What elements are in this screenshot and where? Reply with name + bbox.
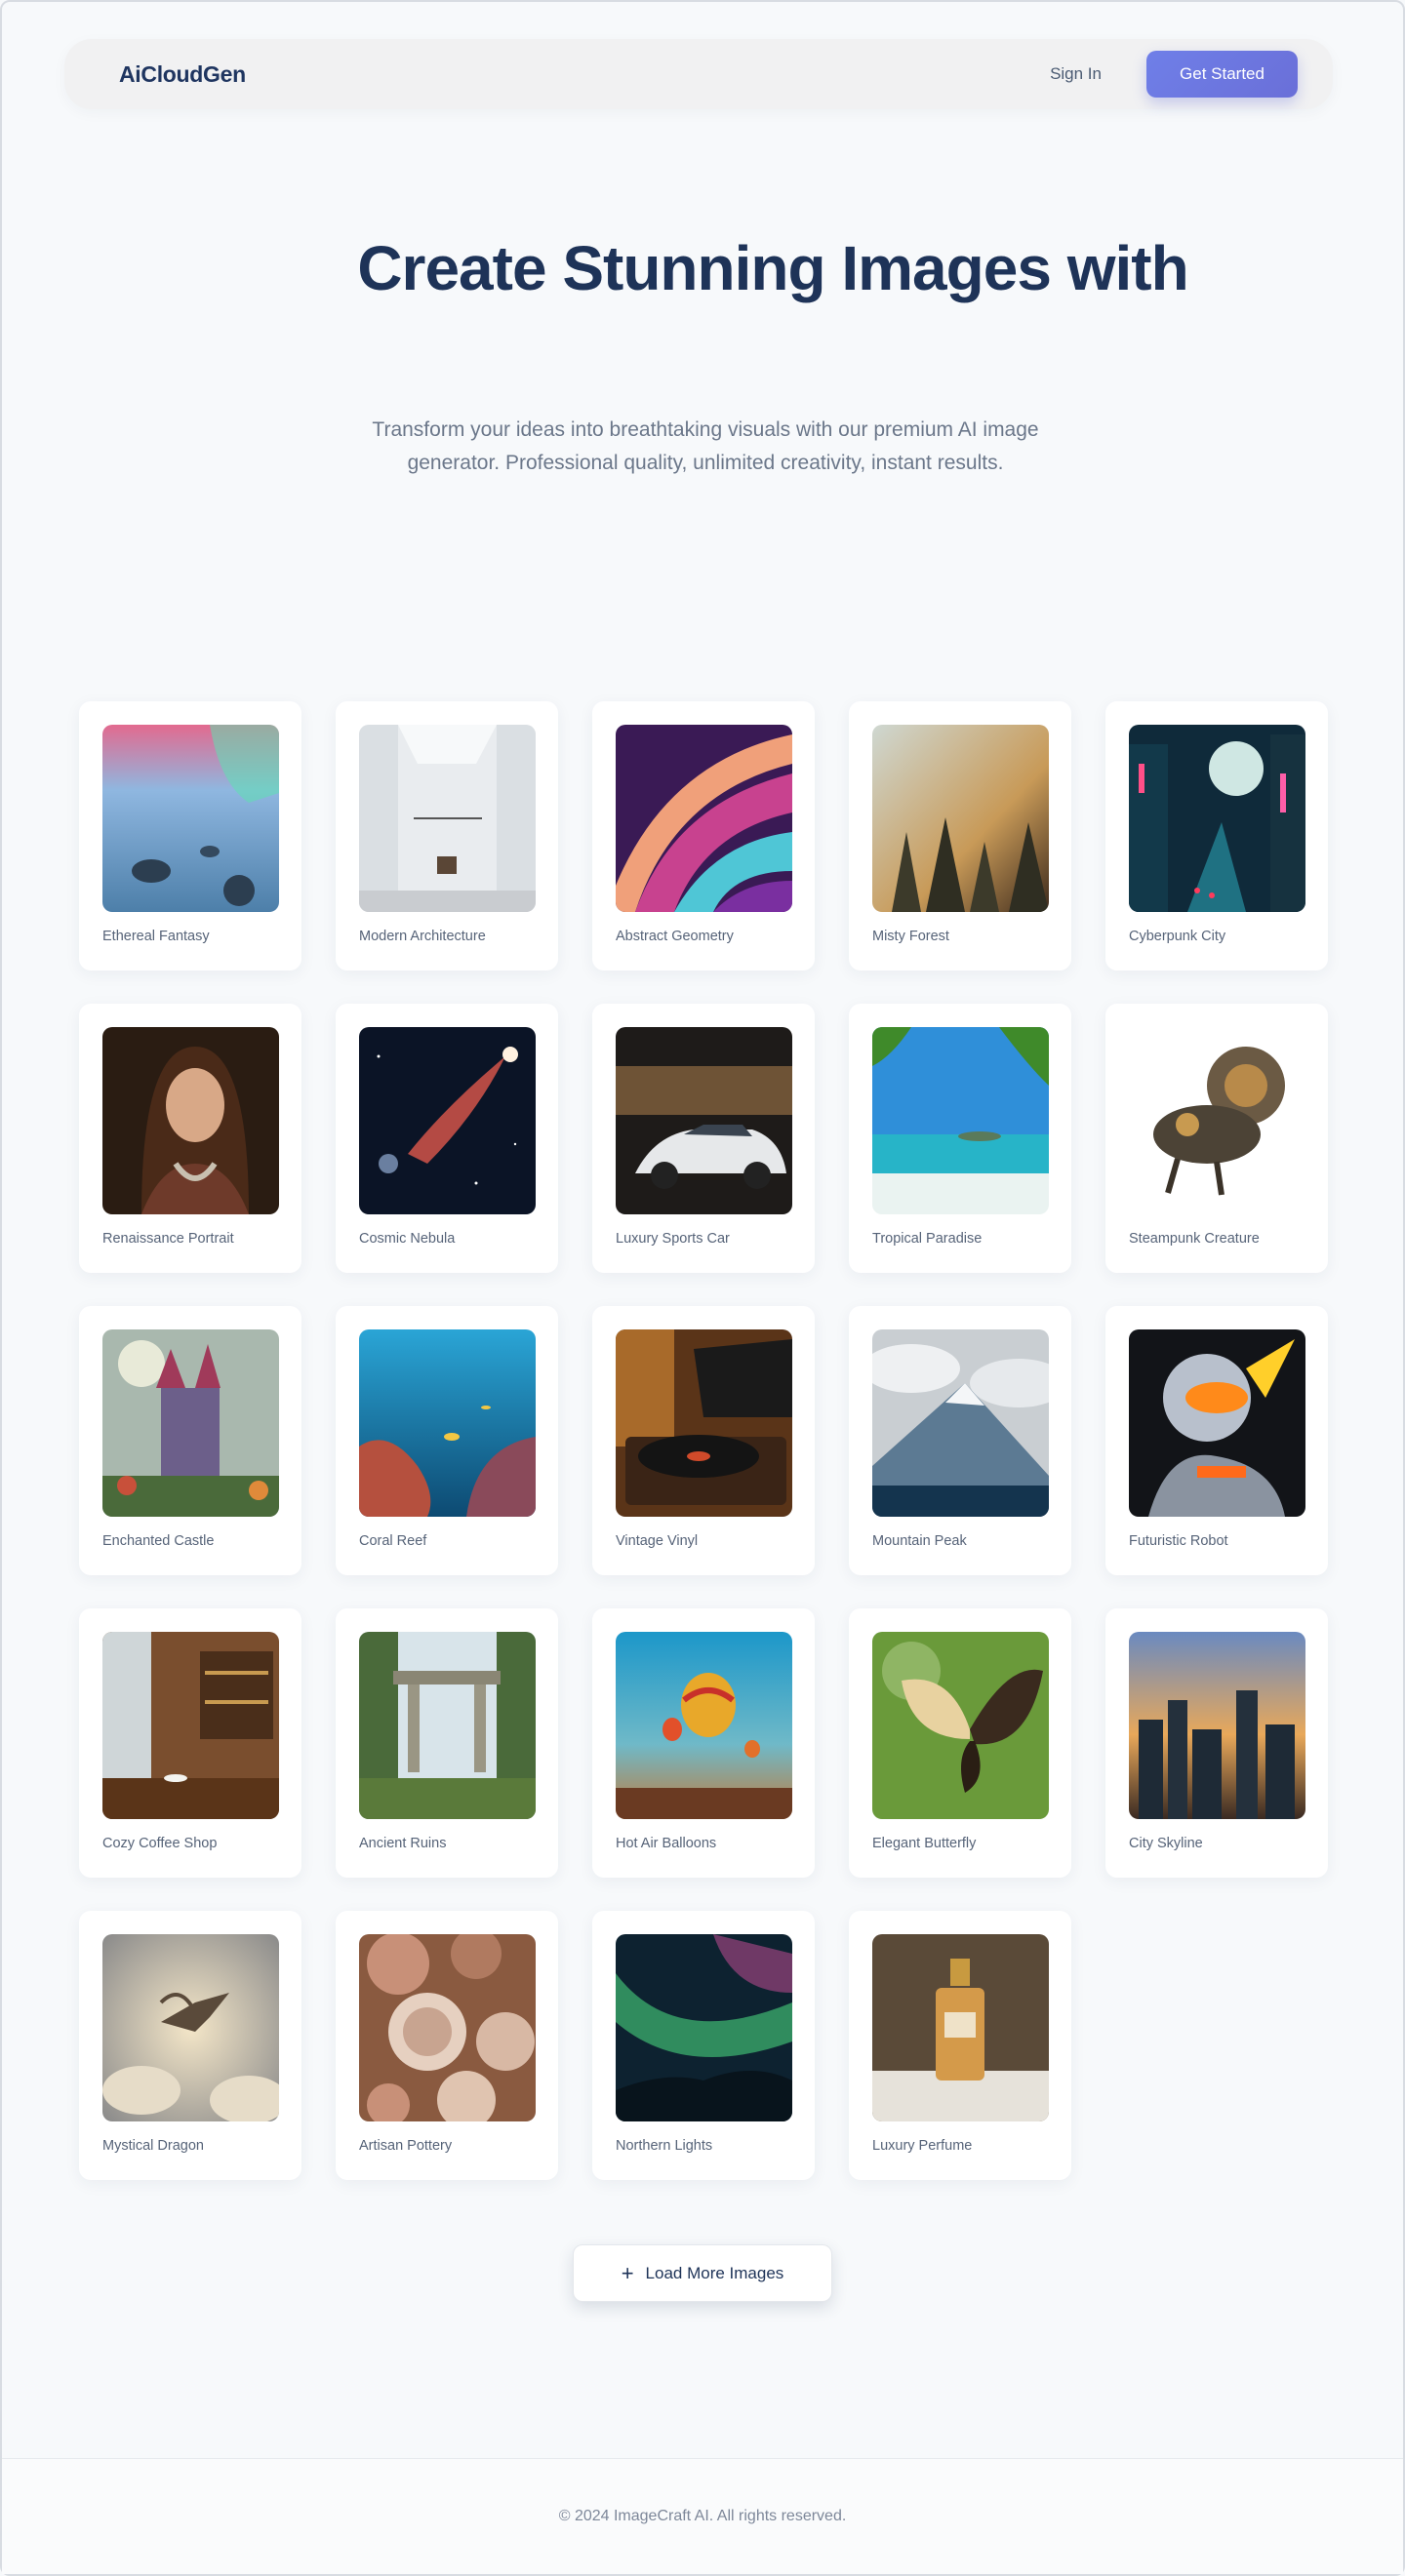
- record-player-image: [616, 1329, 792, 1517]
- gallery-card[interactable]: Abstract Geometry: [592, 701, 815, 971]
- get-started-button[interactable]: Get Started: [1146, 51, 1298, 98]
- balloons-image: [616, 1632, 792, 1819]
- perfume-image: [872, 1934, 1049, 2121]
- gallery-card[interactable]: Steampunk Creature: [1105, 1004, 1328, 1273]
- nebula-image: [359, 1027, 536, 1214]
- ruins-image: [359, 1632, 536, 1819]
- neon-city-image: [1129, 725, 1305, 912]
- load-more-label: Load More Images: [645, 2263, 784, 2282]
- gallery-card[interactable]: Modern Architecture: [336, 701, 558, 971]
- copyright-text: © 2024 ImageCraft AI. All rights reserve…: [558, 2508, 847, 2524]
- image-gallery: Ethereal Fantasy Modern Architecture Abs…: [79, 701, 1328, 2180]
- coffee-shop-image: [102, 1632, 279, 1819]
- hero-title: Create Stunning Images with: [357, 233, 1188, 303]
- card-caption: Misty Forest: [872, 929, 949, 944]
- gallery-card[interactable]: Mountain Peak: [849, 1306, 1071, 1575]
- card-caption: Coral Reef: [359, 1533, 427, 1549]
- brand-logo[interactable]: AiCloudGen: [119, 61, 246, 88]
- aurora-image: [102, 725, 279, 912]
- gallery-card[interactable]: Hot Air Balloons: [592, 1608, 815, 1878]
- butterfly-image: [872, 1632, 1049, 1819]
- card-caption: Futuristic Robot: [1129, 1533, 1228, 1549]
- mountain-image: [872, 1329, 1049, 1517]
- skyline-image: [1129, 1632, 1305, 1819]
- forest-image: [872, 725, 1049, 912]
- card-caption: City Skyline: [1129, 1836, 1203, 1851]
- card-caption: Luxury Perfume: [872, 2138, 973, 2154]
- gallery-card[interactable]: City Skyline: [1105, 1608, 1328, 1878]
- steampunk-image: [1129, 1027, 1305, 1214]
- beach-image: [872, 1027, 1049, 1214]
- card-caption: Ethereal Fantasy: [102, 929, 210, 944]
- coral-reef-image: [359, 1329, 536, 1517]
- card-caption: Vintage Vinyl: [616, 1533, 699, 1549]
- gallery-card[interactable]: Northern Lights: [592, 1911, 815, 2180]
- gallery-card[interactable]: Ethereal Fantasy: [79, 701, 301, 971]
- gallery-card[interactable]: Renaissance Portrait: [79, 1004, 301, 1273]
- card-caption: Tropical Paradise: [872, 1231, 983, 1247]
- hero-subtitle: Transform your ideas into breathtaking v…: [372, 418, 1039, 474]
- card-caption: Ancient Ruins: [359, 1836, 447, 1851]
- building-interior-image: [359, 725, 536, 912]
- card-caption: Mountain Peak: [872, 1533, 967, 1549]
- gallery-card[interactable]: Coral Reef: [336, 1306, 558, 1575]
- gallery-card[interactable]: Elegant Butterfly: [849, 1608, 1071, 1878]
- card-caption: Steampunk Creature: [1129, 1231, 1260, 1247]
- dragon-image: [102, 1934, 279, 2121]
- card-caption: Cozy Coffee Shop: [102, 1836, 218, 1851]
- sports-car-image: [616, 1027, 792, 1214]
- top-nav: AiCloudGen Sign In Get Started: [64, 39, 1333, 109]
- gallery-card[interactable]: Misty Forest: [849, 701, 1071, 971]
- card-caption: Luxury Sports Car: [616, 1231, 730, 1247]
- card-caption: Renaissance Portrait: [102, 1231, 234, 1247]
- footer: © 2024 ImageCraft AI. All rights reserve…: [2, 2458, 1403, 2574]
- portrait-image: [102, 1027, 279, 1214]
- card-caption: Cyberpunk City: [1129, 929, 1226, 944]
- card-caption: Abstract Geometry: [616, 929, 734, 944]
- card-caption: Modern Architecture: [359, 929, 486, 944]
- gallery-card[interactable]: Enchanted Castle: [79, 1306, 301, 1575]
- card-caption: Artisan Pottery: [359, 2138, 453, 2154]
- gallery-card[interactable]: Futuristic Robot: [1105, 1306, 1328, 1575]
- gallery-card[interactable]: Luxury Sports Car: [592, 1004, 815, 1273]
- load-more-button[interactable]: + Load More Images: [573, 2244, 832, 2302]
- sign-in-link[interactable]: Sign In: [1050, 64, 1102, 84]
- gallery-card[interactable]: Cosmic Nebula: [336, 1004, 558, 1273]
- gallery-card[interactable]: Luxury Perfume: [849, 1911, 1071, 2180]
- gallery-card[interactable]: Cozy Coffee Shop: [79, 1608, 301, 1878]
- nav-actions: Sign In Get Started: [1050, 51, 1298, 98]
- gallery-card[interactable]: Mystical Dragon: [79, 1911, 301, 2180]
- card-caption: Northern Lights: [616, 2138, 713, 2154]
- abstract-swirl-image: [616, 725, 792, 912]
- northern-lights-image: [616, 1934, 792, 2121]
- card-caption: Elegant Butterfly: [872, 1836, 977, 1851]
- gallery-card[interactable]: Artisan Pottery: [336, 1911, 558, 2180]
- card-caption: Hot Air Balloons: [616, 1836, 717, 1851]
- gallery-card[interactable]: Ancient Ruins: [336, 1608, 558, 1878]
- card-caption: Mystical Dragon: [102, 2138, 204, 2154]
- pottery-image: [359, 1934, 536, 2121]
- castle-image: [102, 1329, 279, 1517]
- gallery-card[interactable]: Vintage Vinyl: [592, 1306, 815, 1575]
- card-caption: Cosmic Nebula: [359, 1231, 456, 1247]
- card-caption: Enchanted Castle: [102, 1533, 215, 1549]
- robot-image: [1129, 1329, 1305, 1517]
- gallery-card[interactable]: Cyberpunk City: [1105, 701, 1328, 971]
- plus-icon: +: [621, 2260, 634, 2285]
- gallery-card[interactable]: Tropical Paradise: [849, 1004, 1071, 1273]
